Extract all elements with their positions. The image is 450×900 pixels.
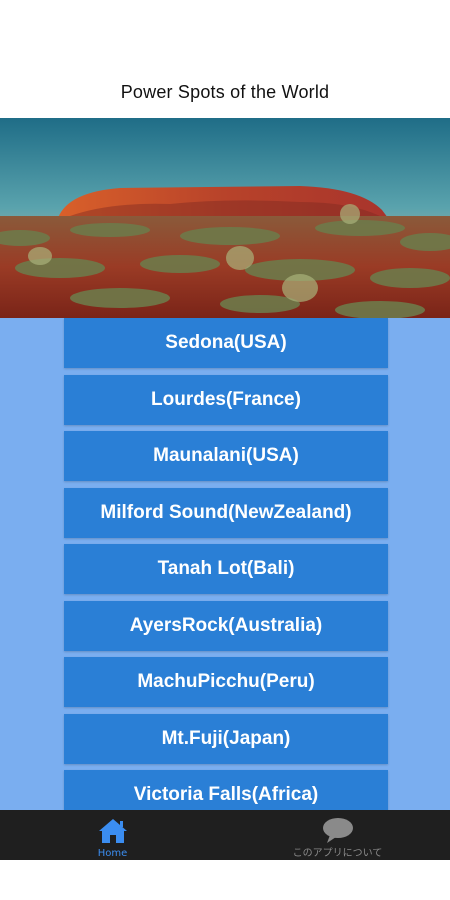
bottom-tab-bar: Home このアプリについて: [0, 810, 450, 860]
hero-image: [0, 118, 450, 318]
home-icon: [98, 819, 127, 843]
spot-list-container: Sedona(USA) Lourdes(France) Maunalani(US…: [0, 318, 450, 810]
spot-button-machu-picchu[interactable]: MachuPicchu(Peru): [64, 657, 388, 707]
spot-button-mt-fuji[interactable]: Mt.Fuji(Japan): [64, 713, 388, 764]
spot-list: Sedona(USA) Lourdes(France) Maunalani(US…: [64, 318, 388, 810]
spot-button-lourdes[interactable]: Lourdes(France): [64, 374, 388, 425]
page-title: Power Spots of the World: [120, 82, 330, 102]
bottom-spacer: [0, 860, 450, 900]
speech-bubble-icon: [322, 818, 353, 843]
tab-home[interactable]: Home: [0, 810, 225, 860]
spot-button-tanah-lot[interactable]: Tanah Lot(Bali): [64, 544, 388, 594]
tab-about-label: このアプリについて: [292, 848, 383, 859]
spot-button-sedona[interactable]: Sedona(USA): [64, 318, 388, 368]
app-screen: Power Spots of the World Sedona(USA) Lou…: [0, 0, 450, 900]
spot-button-milford-sound[interactable]: Milford Sound(NewZealand): [64, 487, 388, 538]
spot-button-victoria-falls[interactable]: Victoria Falls(Africa): [64, 770, 388, 810]
tab-about[interactable]: このアプリについて: [225, 810, 450, 860]
spot-button-ayers-rock[interactable]: AyersRock(Australia): [64, 600, 388, 651]
tab-home-label: Home: [97, 848, 128, 859]
spot-button-maunalani[interactable]: Maunalani(USA): [64, 431, 388, 481]
